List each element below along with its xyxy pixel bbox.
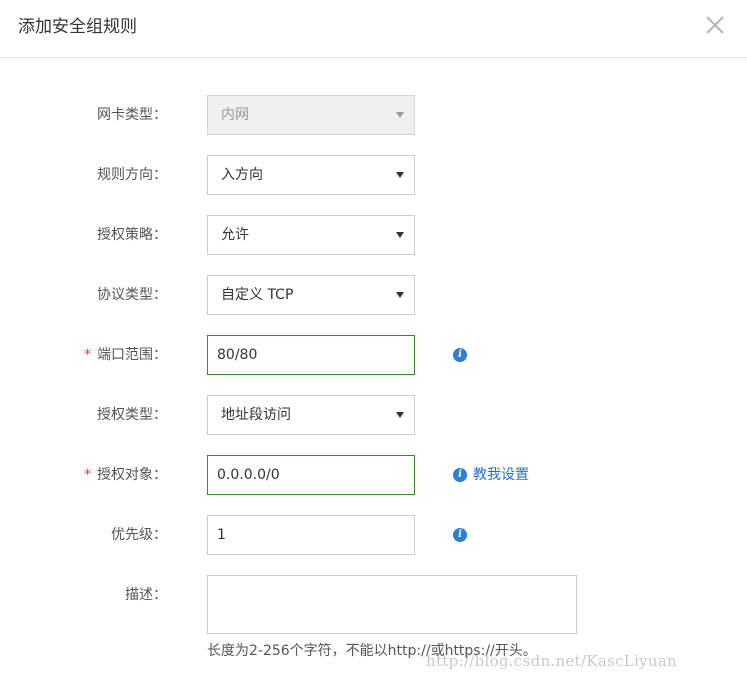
required-mark: * [84, 467, 91, 483]
row-protocol: 协议类型： 自定义 TCP [0, 275, 747, 315]
priority-input[interactable]: 1 [207, 515, 415, 555]
direction-select[interactable]: 入方向 [207, 155, 415, 195]
priority-label: 优先级： [111, 527, 167, 543]
row-direction: 规则方向： 入方向 [0, 155, 747, 195]
auth-type-select[interactable]: 地址段访问 [207, 395, 415, 435]
port-range-input[interactable]: 80/80 [207, 335, 415, 375]
policy-value: 允许 [221, 227, 249, 243]
close-icon[interactable] [703, 13, 727, 37]
chevron-down-icon [396, 232, 404, 238]
info-icon[interactable]: i [453, 468, 467, 482]
protocol-value: 自定义 TCP [221, 287, 294, 303]
port-range-label: * 端口范围： [84, 347, 167, 363]
auth-object-label: * 授权对象： [84, 467, 167, 483]
row-port-range: * 端口范围： 80/80 i [0, 335, 747, 375]
help-link[interactable]: 教我设置 [473, 455, 529, 495]
policy-label: 授权策略： [97, 227, 167, 243]
policy-select[interactable]: 允许 [207, 215, 415, 255]
description-textarea[interactable] [207, 575, 577, 634]
auth-object-value: 0.0.0.0/0 [217, 467, 280, 483]
chevron-down-icon [396, 172, 404, 178]
chevron-down-icon [396, 412, 404, 418]
port-range-value: 80/80 [217, 347, 258, 363]
row-auth-type: 授权类型： 地址段访问 [0, 395, 747, 435]
description-label: 描述： [125, 587, 167, 603]
watermark: http://blog.csdn.net/KascLiyuan [426, 652, 678, 670]
auth-object-input[interactable]: 0.0.0.0/0 [207, 455, 415, 495]
nic-type-value: 内网 [221, 107, 249, 123]
row-auth-object: * 授权对象： 0.0.0.0/0 i 教我设置 [0, 455, 747, 495]
info-icon[interactable]: i [453, 348, 467, 362]
nic-type-label: 网卡类型： [97, 107, 167, 123]
auth-type-label: 授权类型： [97, 407, 167, 423]
auth-type-value: 地址段访问 [221, 407, 291, 423]
dialog-title: 添加安全组规则 [18, 17, 137, 37]
dialog-header: 添加安全组规则 [0, 0, 747, 58]
nic-type-select[interactable]: 内网 [207, 95, 415, 135]
chevron-down-icon [396, 292, 404, 298]
required-mark: * [84, 347, 91, 363]
chevron-down-icon [396, 112, 404, 118]
direction-label: 规则方向： [97, 167, 167, 183]
info-icon[interactable]: i [453, 528, 467, 542]
row-policy: 授权策略： 允许 [0, 215, 747, 255]
row-nic-type: 网卡类型： 内网 [0, 95, 747, 135]
protocol-select[interactable]: 自定义 TCP [207, 275, 415, 315]
direction-value: 入方向 [221, 167, 263, 183]
priority-value: 1 [217, 527, 226, 543]
row-priority: 优先级： 1 i [0, 515, 747, 555]
protocol-label: 协议类型： [97, 287, 167, 303]
